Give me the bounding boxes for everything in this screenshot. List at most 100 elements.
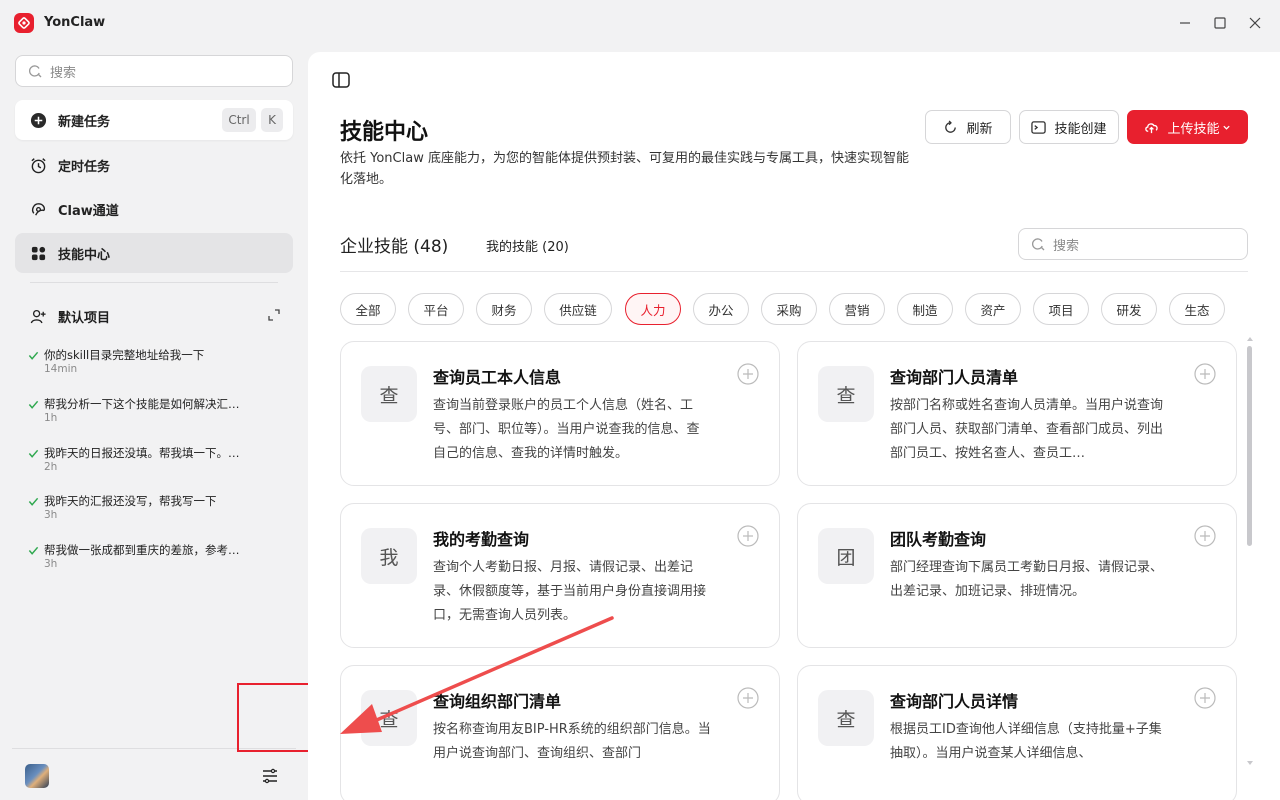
cloud-upload-icon bbox=[1145, 122, 1159, 133]
refresh-button[interactable]: 刷新 bbox=[925, 110, 1011, 144]
sidebar-divider bbox=[30, 282, 278, 283]
category-chip[interactable]: 供应链 bbox=[544, 293, 612, 325]
skill-card[interactable]: 查 查询部门人员详情 根据员工ID查询他人详细信息（支持批量+子集抽取）。当用户… bbox=[797, 665, 1237, 800]
skill-badge: 查 bbox=[361, 366, 417, 422]
category-chip[interactable]: 营销 bbox=[829, 293, 885, 325]
scrollbar-thumb[interactable] bbox=[1247, 346, 1252, 546]
category-chip[interactable]: 采购 bbox=[761, 293, 817, 325]
category-chip[interactable]: 生态 bbox=[1169, 293, 1225, 325]
skill-description: 根据员工ID查询他人详细信息（支持批量+子集抽取）。当用户说查某人详细信息、 bbox=[890, 722, 1162, 761]
sidebar-search-placeholder: 搜索 bbox=[50, 65, 77, 81]
add-skill-icon[interactable] bbox=[737, 525, 759, 547]
skill-card[interactable]: 我 我的考勤查询 查询个人考勤日报、月报、请假记录、出差记录、休假额度等，基于当… bbox=[340, 503, 780, 648]
history-time: 3h bbox=[44, 509, 58, 521]
tab-my-skills[interactable]: 我的技能 (20) bbox=[486, 236, 569, 255]
category-chip[interactable]: 项目 bbox=[1033, 293, 1089, 325]
create-skill-label: 技能创建 bbox=[1054, 121, 1107, 137]
category-chip[interactable]: 办公 bbox=[693, 293, 749, 325]
refresh-icon bbox=[945, 119, 957, 133]
sidebar-item-label: 定时任务 bbox=[58, 159, 111, 175]
sidebar-item-label: Claw通道 bbox=[58, 203, 119, 219]
skill-description: 查询个人考勤日报、月报、请假记录、出差记录、休假额度等，基于当前用户身份直接调用… bbox=[433, 560, 707, 623]
history-title: 帮我分析一下这个技能是如何解决汇… bbox=[44, 397, 240, 411]
skill-description: 按名称查询用友BIP-HR系统的组织部门信息。当用户说查询部门、查询组织、查部门 bbox=[433, 722, 711, 761]
skill-search-placeholder: 搜索 bbox=[1053, 238, 1080, 254]
add-skill-icon[interactable] bbox=[1194, 525, 1216, 547]
history-title: 我昨天的日报还没填。帮我填一下。… bbox=[44, 446, 240, 460]
skill-title: 查询部门人员详情 bbox=[890, 692, 1019, 711]
grid-icon bbox=[29, 244, 47, 262]
shortcut-k: K bbox=[261, 108, 283, 132]
skill-title: 查询组织部门清单 bbox=[433, 692, 562, 711]
skill-badge: 查 bbox=[361, 690, 417, 746]
app-title: YonClaw bbox=[44, 15, 106, 30]
history-time: 14min bbox=[44, 363, 78, 375]
skill-title: 查询部门人员清单 bbox=[890, 368, 1019, 387]
search-icon bbox=[1032, 238, 1045, 251]
history-time: 2h bbox=[44, 461, 58, 473]
skill-badge: 我 bbox=[361, 528, 417, 584]
menu-settings-icon[interactable] bbox=[261, 767, 279, 785]
category-chip[interactable]: 财务 bbox=[476, 293, 532, 325]
scroll-down-arrow-icon[interactable] bbox=[1246, 760, 1254, 766]
sidebar-search-input[interactable]: 搜索 bbox=[15, 55, 293, 87]
add-skill-icon[interactable] bbox=[1194, 363, 1216, 385]
skill-badge: 团 bbox=[818, 528, 874, 584]
alarm-clock-icon bbox=[29, 156, 47, 174]
expand-icon[interactable] bbox=[268, 309, 280, 321]
new-task-button[interactable]: 新建任务 Ctrl K bbox=[15, 100, 293, 140]
history-time: 1h bbox=[44, 412, 58, 424]
skill-title: 我的考勤查询 bbox=[433, 530, 530, 549]
claw-channel-icon bbox=[29, 200, 47, 218]
add-skill-icon[interactable] bbox=[737, 687, 759, 709]
add-skill-icon[interactable] bbox=[737, 363, 759, 385]
history-title: 你的skill目录完整地址给我一下 bbox=[44, 348, 205, 362]
refresh-label: 刷新 bbox=[966, 121, 993, 137]
category-chip[interactable]: 研发 bbox=[1101, 293, 1157, 325]
plus-circle-icon bbox=[29, 111, 47, 129]
sidebar-item-claw-channel[interactable]: Claw通道 bbox=[15, 189, 293, 229]
category-chip[interactable]: 资产 bbox=[965, 293, 1021, 325]
sidebar-toggle-icon[interactable] bbox=[332, 72, 350, 88]
close-button[interactable] bbox=[1246, 14, 1264, 32]
project-header[interactable]: 默认项目 bbox=[30, 306, 280, 326]
skill-card[interactable]: 团 团队考勤查询 部门经理查询下属员工考勤日月报、请假记录、出差记录、加班记录、… bbox=[797, 503, 1237, 648]
skill-description: 部门经理查询下属员工考勤日月报、请假记录、出差记录、加班记录、排班情况。 bbox=[890, 560, 1164, 599]
maximize-button[interactable] bbox=[1211, 14, 1229, 32]
sidebar-item-scheduled-tasks[interactable]: 定时任务 bbox=[15, 145, 293, 185]
history-title: 帮我做一张成都到重庆的差旅，参考… bbox=[44, 543, 240, 557]
category-chip[interactable]: 全部 bbox=[340, 293, 396, 325]
check-icon bbox=[28, 400, 39, 409]
skill-card[interactable]: 查 查询部门人员清单 按部门名称或姓名查询人员清单。当用户说查询部门人员、获取部… bbox=[797, 341, 1237, 486]
upload-skill-button[interactable]: 上传技能 bbox=[1127, 110, 1248, 144]
main-panel: 技能中心 依托 YonClaw 底座能力，为您的智能体提供预封装、可复用的最佳实… bbox=[308, 52, 1280, 800]
check-icon bbox=[28, 449, 39, 458]
skill-card[interactable]: 查 查询组织部门清单 按名称查询用友BIP-HR系统的组织部门信息。当用户说查询… bbox=[340, 665, 780, 800]
sidebar-item-skill-center[interactable]: 技能中心 bbox=[15, 233, 293, 273]
skill-badge: 查 bbox=[818, 690, 874, 746]
category-chip[interactable]: 制造 bbox=[897, 293, 953, 325]
minimize-button[interactable] bbox=[1176, 14, 1194, 32]
skill-search-input[interactable]: 搜索 bbox=[1018, 228, 1248, 260]
check-icon bbox=[28, 351, 39, 360]
scroll-up-arrow-icon[interactable] bbox=[1246, 336, 1254, 342]
category-chip[interactable]: 平台 bbox=[408, 293, 464, 325]
title-bar: YonClaw bbox=[0, 0, 1280, 48]
shortcut-ctrl: Ctrl bbox=[222, 108, 256, 132]
skill-title: 查询员工本人信息 bbox=[433, 368, 562, 387]
skill-description: 按部门名称或姓名查询人员清单。当用户说查询部门人员、获取部门清单、查看部门成员、… bbox=[890, 398, 1164, 461]
category-chip-active[interactable]: 人力 bbox=[625, 293, 681, 325]
history-time: 3h bbox=[44, 558, 58, 570]
tab-enterprise-skills[interactable]: 企业技能 (48) bbox=[340, 232, 448, 257]
new-task-label: 新建任务 bbox=[58, 114, 111, 130]
sidebar-item-label: 技能中心 bbox=[58, 247, 111, 263]
add-skill-icon[interactable] bbox=[1194, 687, 1216, 709]
skill-description: 查询当前登录账户的员工个人信息（姓名、工号、部门、职位等）。当用户说查我的信息、… bbox=[433, 398, 700, 461]
app-logo-icon bbox=[14, 13, 34, 33]
create-skill-button[interactable]: 技能创建 bbox=[1019, 110, 1119, 144]
chevron-down-icon bbox=[1222, 125, 1230, 130]
avatar[interactable] bbox=[25, 764, 49, 788]
skill-badge: 查 bbox=[818, 366, 874, 422]
skill-title: 团队考勤查询 bbox=[890, 530, 987, 549]
skill-card[interactable]: 查 查询员工本人信息 查询当前登录账户的员工个人信息（姓名、工号、部门、职位等）… bbox=[340, 341, 780, 486]
